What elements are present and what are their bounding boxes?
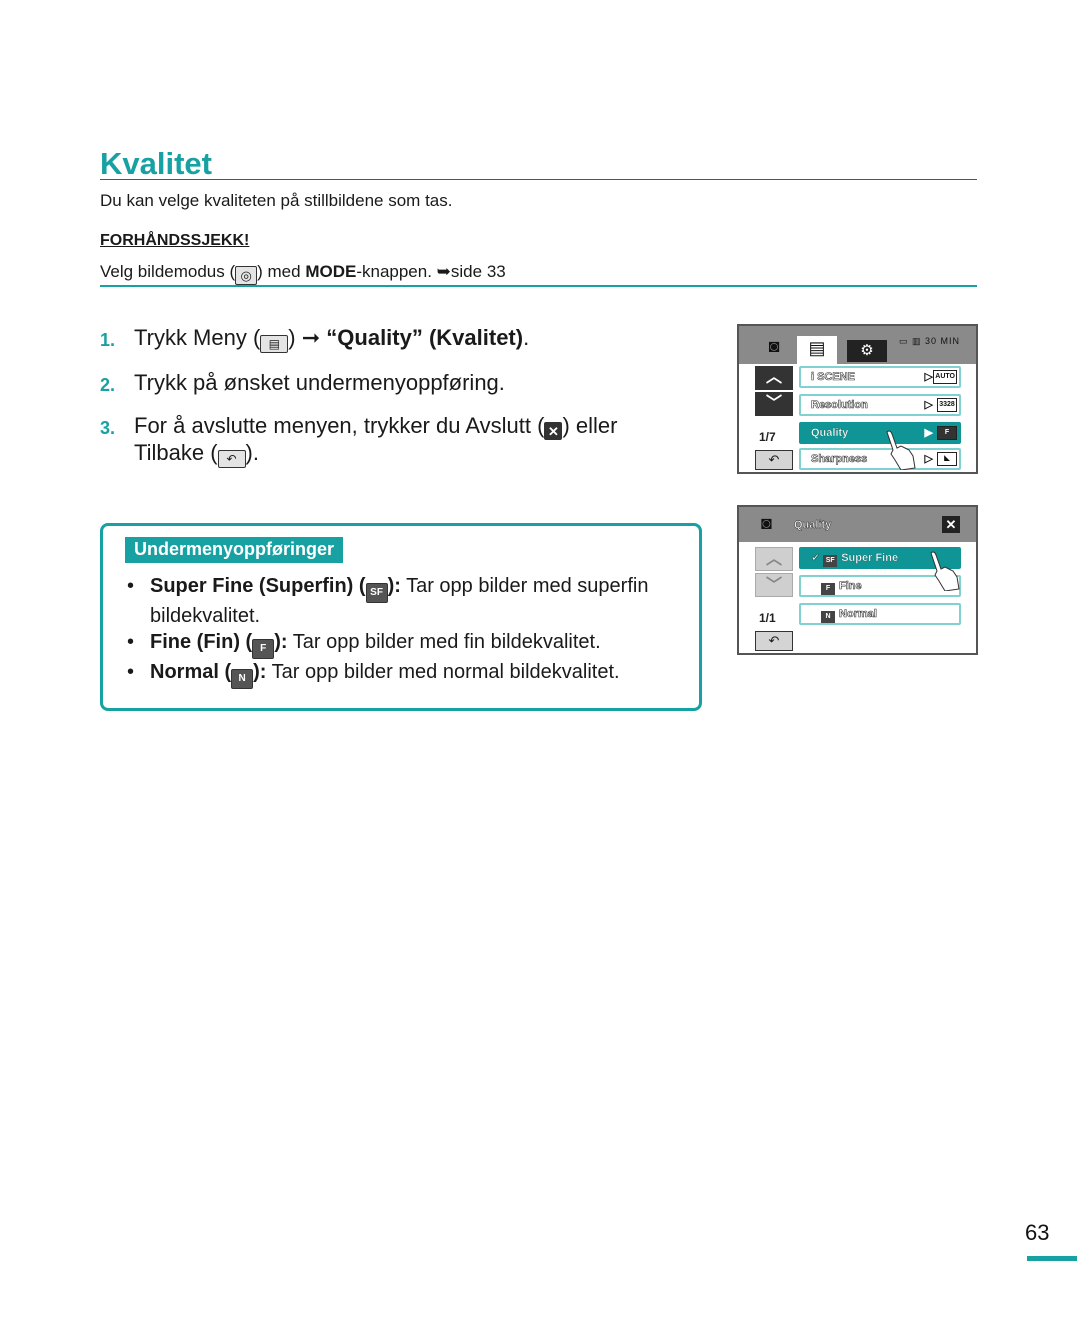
row-value-icon: F xyxy=(937,426,957,440)
camera-icon: ◙ xyxy=(761,513,772,533)
submenu-heading: Undermenyoppføringer xyxy=(125,537,344,563)
step-number: 2. xyxy=(100,375,116,395)
row-label: Sharpness xyxy=(811,453,868,466)
item-name: ): xyxy=(387,575,401,597)
super-fine-icon: SF xyxy=(823,555,838,567)
option-normal[interactable]: N Normal xyxy=(799,603,961,625)
menu-row-iscene[interactable]: i SCENE ▷ AUTO xyxy=(799,366,961,388)
row-value-icon: AUTO xyxy=(933,370,957,384)
precheck-text-part: Velg bildemodus ( xyxy=(100,262,236,281)
step-text: ) ➞ xyxy=(288,325,327,350)
page-indicator: 1/7 xyxy=(759,430,776,444)
play-arrow-icon: ▷ xyxy=(924,453,933,465)
row-value-icon: ◣ xyxy=(937,452,957,466)
submenu-box: Undermenyoppføringer Super Fine (Superfi… xyxy=(100,523,702,711)
scroll-up-button[interactable]: ︿ xyxy=(755,366,793,390)
row-label: Quality xyxy=(811,427,849,439)
step-text: Trykk på ønsket undermenyoppføring. xyxy=(134,370,505,395)
step-1: 1. Trykk Meny (▤) ➞ “Quality” (Kvalitet)… xyxy=(100,325,700,353)
step-2: 2. Trykk på ønsket undermenyoppføring. xyxy=(100,370,700,396)
intro-text: Du kan velge kvaliteten på stillbildene … xyxy=(100,191,453,210)
item-description: Tar opp bilder med fin bildekvalitet. xyxy=(287,631,601,653)
menu-tab-icon[interactable]: ▤ xyxy=(797,336,837,364)
step-3: 3. For å avslutte menyen, trykker du Avs… xyxy=(100,413,700,468)
submenu-item-fine: Fine (Fin) (F): Tar opp bilder med fin b… xyxy=(125,629,695,659)
option-label: Normal xyxy=(839,608,878,621)
row-value-icon: 3328 xyxy=(937,398,957,412)
option-label: Super Fine xyxy=(841,552,899,564)
page-reference-link: -knappen. ➥side 33 xyxy=(356,262,506,281)
camera-menu-screen: ◙ ▤ ⚙ ▭ ▥ 30 MIN ︿ ﹀ 1/7 ↶ i SCENE ▷ AUT… xyxy=(737,324,978,474)
pointing-hand-icon xyxy=(930,551,960,591)
close-button[interactable]: ✕ xyxy=(942,516,960,533)
menu-row-quality[interactable]: Quality ▶ F xyxy=(799,422,961,444)
check-icon: ✔ xyxy=(811,552,821,564)
back-icon: ↶ xyxy=(217,450,246,468)
item-name: Fine (Fin) ( xyxy=(150,631,253,653)
submenu-item-normal: Normal (N): Tar opp bilder med normal bi… xyxy=(125,659,695,689)
item-name: Normal ( xyxy=(150,661,232,683)
option-label: Fine xyxy=(839,580,862,593)
play-arrow-icon: ▷ xyxy=(924,399,933,411)
page-number: 63 xyxy=(1025,1220,1050,1245)
precheck-text-part: ) med xyxy=(257,262,306,281)
item-name: ): xyxy=(253,661,267,683)
title-divider xyxy=(100,179,977,180)
step-number: 1. xyxy=(100,330,116,350)
menu-icon: ▤ xyxy=(260,335,289,353)
pointing-hand-icon xyxy=(886,430,916,470)
submenu-list: Super Fine (Superfin) (SF): Tar opp bild… xyxy=(125,573,695,689)
row-label: i SCENE xyxy=(811,371,856,384)
camera-icon: ◎ xyxy=(235,266,258,285)
play-arrow-icon: ▶ xyxy=(924,427,933,439)
fine-icon: F xyxy=(821,583,835,595)
back-button[interactable]: ↶ xyxy=(755,450,793,470)
submenu-header: ◙ Quality ✕ xyxy=(739,507,976,542)
precheck-divider xyxy=(100,285,977,287)
play-arrow-icon: ▷ xyxy=(924,371,933,383)
step-text: ) eller xyxy=(562,413,618,438)
quality-submenu-screen: ◙ Quality ✕ ︿ ﹀ 1/1 ↶ ✔ SF Super Fine F Fin… xyxy=(737,505,978,655)
step-text: For å avslutte menyen, trykker du Avslut… xyxy=(134,413,545,438)
row-label: Resolution xyxy=(811,399,868,412)
normal-icon: N xyxy=(231,669,254,689)
mode-button-label: MODE xyxy=(305,262,357,281)
page-indicator: 1/1 xyxy=(759,611,776,625)
precheck-heading: FORHÅNDSSJEKK! xyxy=(100,232,250,249)
step-number: 3. xyxy=(100,418,116,438)
normal-icon: N xyxy=(821,611,835,623)
page-title: Kvalitet xyxy=(100,146,212,181)
step-text: ). xyxy=(245,440,259,465)
step-text: Trykk Meny ( xyxy=(134,325,261,350)
scroll-down-button[interactable]: ﹀ xyxy=(755,392,793,416)
submenu-title: Quality xyxy=(794,519,832,532)
back-button[interactable]: ↶ xyxy=(755,631,793,651)
step-text: . xyxy=(523,325,530,350)
step-menu-path: “Quality” (Kvalitet) xyxy=(326,325,524,350)
steps-list: 1. Trykk Meny (▤) ➞ “Quality” (Kvalitet)… xyxy=(100,325,700,485)
submenu-item-super-fine: Super Fine (Superfin) (SF): Tar opp bild… xyxy=(125,573,695,629)
status-indicators: ▭ ▥ 30 MIN xyxy=(898,336,960,346)
scroll-down-button[interactable]: ﹀ xyxy=(755,573,793,597)
close-icon: ✕ xyxy=(544,422,563,440)
fine-icon: F xyxy=(252,639,275,659)
gear-tab-icon[interactable]: ⚙ xyxy=(847,340,887,362)
menu-row-sharpness[interactable]: Sharpness ▷ ◣ xyxy=(799,448,961,470)
menu-row-resolution[interactable]: Resolution ▷ 3328 xyxy=(799,394,961,416)
precheck-text: Velg bildemodus (◎) med MODE-knappen. ➥s… xyxy=(100,262,506,285)
scroll-up-button[interactable]: ︿ xyxy=(755,547,793,571)
item-name: ): xyxy=(274,631,288,653)
camera-tab-icon[interactable]: ◙ xyxy=(757,334,791,360)
page-number-bar xyxy=(1027,1256,1077,1261)
menu-tab-bar: ◙ ▤ ⚙ ▭ ▥ 30 MIN xyxy=(739,326,976,364)
step-text: Tilbake ( xyxy=(134,440,218,465)
item-description: Tar opp bilder med normal bildekvalitet. xyxy=(266,661,620,683)
item-name: Super Fine (Superfin) ( xyxy=(150,575,366,597)
super-fine-icon: SF xyxy=(365,583,388,603)
